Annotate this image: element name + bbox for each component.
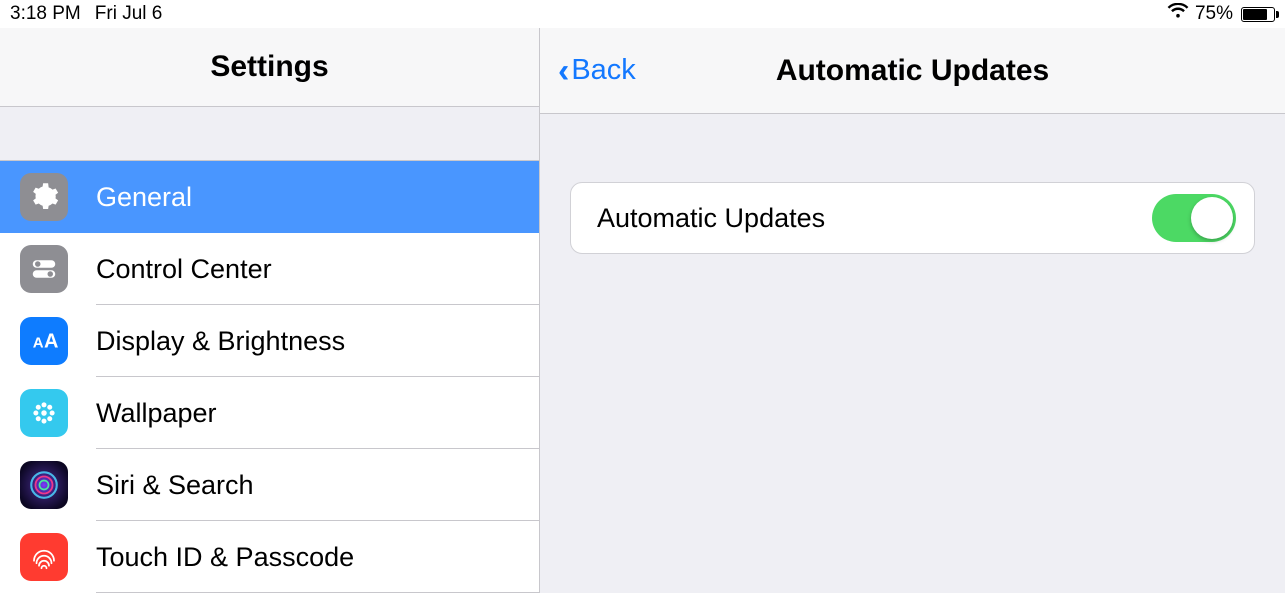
chevron-left-icon: ‹ — [558, 54, 569, 88]
automatic-updates-row: Automatic Updates — [570, 182, 1255, 254]
text-size-icon: AA — [20, 317, 68, 365]
svg-text:A: A — [44, 330, 58, 352]
back-button[interactable]: ‹ Back — [558, 54, 636, 88]
back-label: Back — [571, 54, 635, 87]
status-time: 3:18 PM — [10, 3, 81, 25]
sidebar-item-siri-search[interactable]: Siri & Search — [0, 449, 539, 521]
sidebar-item-general[interactable]: General — [0, 161, 539, 233]
sidebar-item-control-center[interactable]: Control Center — [0, 233, 539, 305]
toggles-icon — [20, 245, 68, 293]
detail-pane: ‹ Back Automatic Updates Automatic Updat… — [540, 28, 1285, 593]
detail-title: Automatic Updates — [776, 54, 1049, 88]
settings-sidebar: Settings General Control Center AA — [0, 28, 540, 593]
automatic-updates-toggle[interactable] — [1152, 194, 1236, 242]
fingerprint-icon — [20, 533, 68, 581]
sidebar-item-label: Display & Brightness — [96, 326, 345, 357]
status-date: Fri Jul 6 — [95, 3, 163, 25]
battery-icon — [1241, 7, 1275, 22]
settings-title: Settings — [210, 50, 328, 84]
sidebar-item-touch-id-passcode[interactable]: Touch ID & Passcode — [0, 521, 539, 593]
status-bar: 3:18 PM Fri Jul 6 75% — [0, 0, 1285, 28]
automatic-updates-label: Automatic Updates — [597, 203, 825, 234]
sidebar-item-label: Siri & Search — [96, 470, 254, 501]
sidebar-item-label: Touch ID & Passcode — [96, 542, 354, 573]
gear-icon — [20, 173, 68, 221]
sidebar-item-label: General — [96, 182, 192, 213]
flower-icon — [20, 389, 68, 437]
sidebar-item-label: Control Center — [96, 254, 272, 285]
siri-icon — [20, 461, 68, 509]
sidebar-item-display-brightness[interactable]: AA Display & Brightness — [0, 305, 539, 377]
wifi-icon — [1167, 3, 1189, 25]
svg-text:A: A — [33, 334, 44, 351]
battery-percent: 75% — [1195, 3, 1233, 25]
sidebar-item-label: Wallpaper — [96, 398, 217, 429]
sidebar-item-wallpaper[interactable]: Wallpaper — [0, 377, 539, 449]
